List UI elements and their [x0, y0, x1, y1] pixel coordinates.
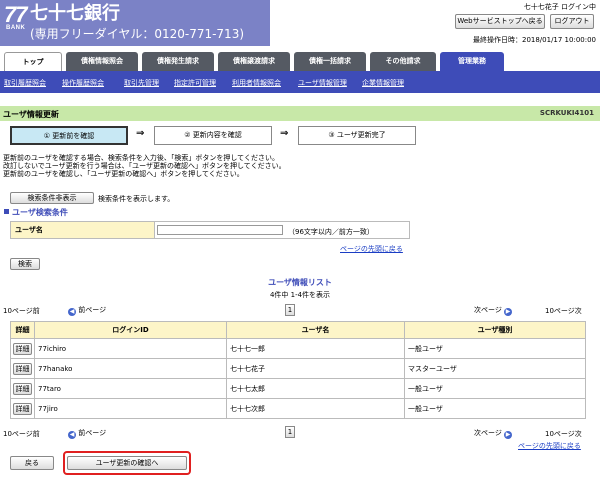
pager-prev-label: 前ページ [78, 429, 107, 437]
search-section-title: ユーザ検索条件 [4, 207, 68, 218]
pager-prev-label: 前ページ [78, 306, 107, 314]
search-section-label: ユーザ検索条件 [12, 208, 68, 217]
subnav-user-info-management[interactable]: ユーザ情報管理 [298, 78, 347, 88]
web-service-top-button[interactable]: Webサービストップへ戻る [455, 14, 545, 29]
last-operation-time: 最終操作日時：2018/01/17 10:00:00 [472, 36, 596, 44]
bank-logo-number: 77 [4, 2, 28, 27]
tab-claim-inquiry[interactable]: 債権情報照会 [66, 52, 138, 71]
subnav-operation-history[interactable]: 操作履歴照会 [62, 78, 104, 88]
subnav-user-info-inquiry[interactable]: 利用者情報照会 [232, 78, 281, 88]
hide-search-conditions-button[interactable]: 検索条件非表示 [10, 192, 94, 204]
page-title-bar [0, 106, 600, 121]
login-id-cell: 77ichiro [34, 338, 227, 359]
detail-cell: 詳細 [10, 338, 35, 359]
user-name-cell: 七十七一郎 [226, 338, 405, 359]
col-detail: 詳細 [10, 321, 35, 339]
detail-cell: 詳細 [10, 398, 35, 419]
highlight-frame [63, 451, 191, 475]
bank-logo-word: BANK [6, 25, 26, 31]
user-type-cell: マスターユーザ [404, 358, 586, 379]
pager-prev10-top[interactable]: 10ページ前 [3, 306, 40, 316]
user-name-cell: 七十七次郎 [226, 398, 405, 419]
step-arrow-2: ⇒ [280, 128, 289, 139]
step-1-current: ① 更新前を確認 [10, 126, 128, 145]
login-id-cell: 77taro [34, 378, 227, 399]
tab-claim-transfer[interactable]: 債権譲渡請求 [218, 52, 290, 71]
pager-page-1-top[interactable]: 1 [285, 304, 295, 316]
logout-button[interactable]: ログアウト [550, 14, 594, 29]
table-row: 詳細 77taro 七十七太郎 一般ユーザ [10, 378, 586, 399]
pager-next10-top[interactable]: 10ページ次 [545, 306, 582, 316]
bank-name: 七十七銀行 [30, 3, 120, 24]
user-info: 七十七花子 ログイン中 [523, 3, 596, 11]
detail-cell: 詳細 [10, 358, 35, 379]
back-to-top-link-2[interactable]: ページの先頭に戻る [518, 441, 581, 451]
pager-next-bottom[interactable]: 次ページ ▶ [474, 428, 513, 439]
next-arrow-icon: ▶ [504, 308, 513, 316]
tab-management[interactable]: 管理業務 [440, 52, 504, 71]
step-3: ③ ユーザ更新完了 [298, 126, 416, 145]
screen-id: SCRKUKI4101 [539, 109, 594, 117]
pager-prev10-bottom[interactable]: 10ページ前 [3, 429, 40, 439]
detail-button[interactable]: 詳細 [13, 402, 32, 415]
tab-claim-issue[interactable]: 債権発生請求 [142, 52, 214, 71]
pager-next-label: 次ページ [474, 306, 502, 314]
user-name-input[interactable] [157, 225, 283, 235]
page-title: ユーザ情報更新 [3, 110, 59, 119]
detail-cell: 詳細 [10, 378, 35, 399]
detail-button[interactable]: 詳細 [13, 382, 32, 395]
prev-arrow-icon: ◀ [68, 308, 76, 316]
pager-prev-bottom[interactable]: ◀ 前ページ [68, 428, 106, 439]
tab-other-request[interactable]: その他請求 [370, 52, 436, 71]
user-type-cell: 一般ユーザ [404, 398, 586, 419]
tab-top[interactable]: トップ [4, 52, 62, 71]
table-header-row: 詳細 ログインID ユーザ名 ユーザ種別 [10, 321, 586, 339]
user-type-cell: 一般ユーザ [404, 378, 586, 399]
col-user-name: ユーザ名 [226, 321, 405, 339]
section-square-icon [4, 209, 9, 214]
user-name-label: ユーザ名 [10, 221, 155, 239]
user-name-cell: 七十七太郎 [226, 378, 405, 399]
subnav-permission-management[interactable]: 指定許可管理 [174, 78, 216, 88]
pager-next-top[interactable]: 次ページ ▶ [474, 305, 513, 316]
pager-page-1-bottom[interactable]: 1 [285, 426, 295, 438]
login-id-cell: 77hanako [34, 358, 227, 379]
table-row: 詳細 77ichiro 七十七一郎 一般ユーザ [10, 338, 586, 359]
subnav-transaction-history[interactable]: 取引履歴照会 [4, 78, 46, 88]
instruction-line-2: 改訂しないでユーザ更新を行う場合は、「ユーザ更新の確認へ」ボタンを押してください… [3, 162, 286, 170]
next-arrow-icon: ▶ [504, 431, 513, 439]
back-to-top-link-1[interactable]: ページの先頭に戻る [340, 244, 403, 254]
back-button[interactable]: 戻る [10, 456, 54, 470]
col-user-type: ユーザ種別 [404, 321, 586, 339]
user-list-table: 詳細 ログインID ユーザ名 ユーザ種別 詳細 77ichiro 七十七一郎 一… [10, 321, 586, 419]
table-row: 詳細 77hanako 七十七花子 マスターユーザ [10, 358, 586, 379]
toll-free-dial: (専用フリーダイヤル：0120-771-713) [30, 27, 245, 41]
pager-next-label: 次ページ [474, 429, 502, 437]
col-login-id: ログインID [34, 321, 227, 339]
detail-button[interactable]: 詳細 [13, 362, 32, 375]
subnav-partner-management[interactable]: 取引先管理 [124, 78, 159, 88]
instruction-line-1: 更新前のユーザを確認する場合、検索条件を入力後、「検索」ボタンを押してください。 [3, 154, 279, 162]
user-name-cell: 七十七花子 [226, 358, 405, 379]
user-type-cell: 一般ユーザ [404, 338, 586, 359]
instruction-line-3: 更新前のユーザを確認し、「ユーザ更新の確認へ」ボタンを押してください。 [3, 170, 244, 178]
pager-prev-top[interactable]: ◀ 前ページ [68, 305, 106, 316]
user-name-hint: （96文字以内／前方一致） [288, 228, 374, 236]
prev-arrow-icon: ◀ [68, 431, 76, 439]
login-id-cell: 77jiro [34, 398, 227, 419]
table-row: 詳細 77jiro 七十七次郎 一般ユーザ [10, 398, 586, 419]
user-list-count: 4件中 1-4件を表示 [269, 291, 331, 299]
detail-button[interactable]: 詳細 [13, 342, 32, 355]
search-toggle-note: 検索条件を表示します。 [98, 195, 175, 203]
search-button[interactable]: 検索 [10, 258, 40, 270]
tab-bulk-request[interactable]: 債権一括請求 [294, 52, 366, 71]
user-list-title: ユーザ情報リスト [268, 278, 332, 287]
step-arrow-1: ⇒ [136, 128, 145, 139]
step-2: ② 更新内容を確認 [154, 126, 272, 145]
pager-next10-bottom[interactable]: 10ページ次 [545, 429, 582, 439]
subnav-company-info-management[interactable]: 企業情報管理 [362, 78, 404, 88]
